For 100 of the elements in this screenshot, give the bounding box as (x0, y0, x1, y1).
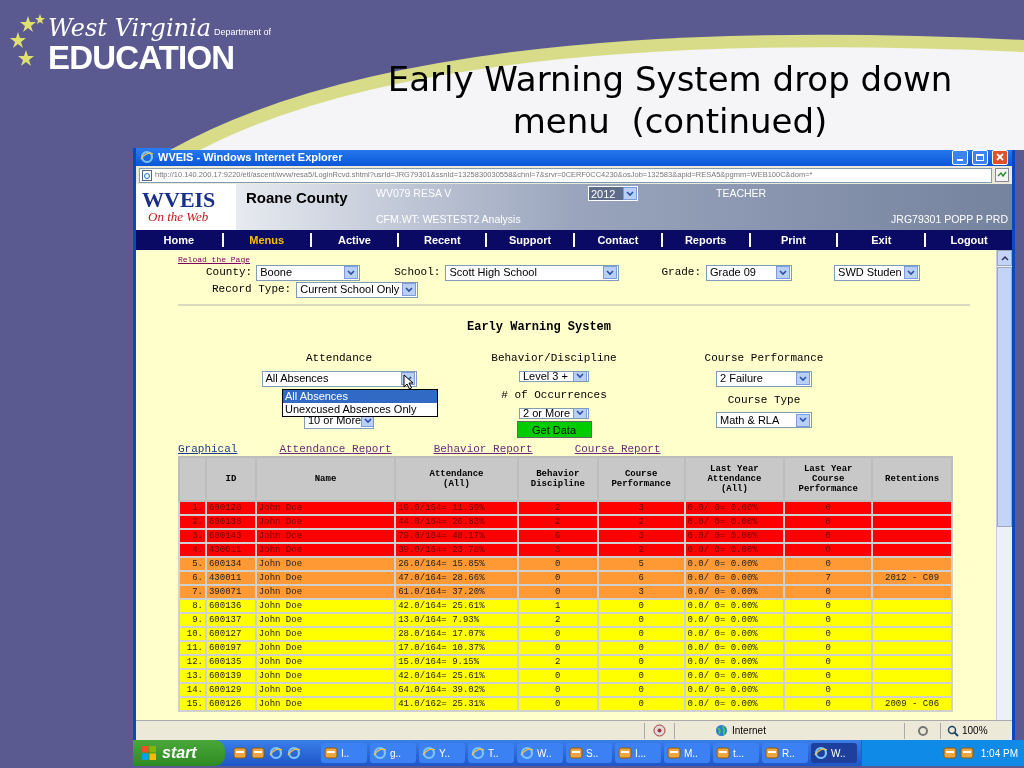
dropdown[interactable]: Math & RLA (716, 412, 812, 428)
app-icon (765, 746, 779, 760)
table-cell: John Doe (255, 697, 396, 711)
dropdown[interactable]: Level 3 + (519, 370, 589, 382)
filter-label: Behavior/Discipline (491, 351, 617, 366)
app-icon (618, 746, 632, 760)
table-cell: 15. (179, 697, 206, 711)
clock: 1:04 PM (980, 746, 1018, 761)
nav-link[interactable]: Recent (423, 231, 461, 249)
logo-department-text: Department of (214, 26, 272, 39)
report-link[interactable]: Attendance Report (279, 441, 392, 455)
caret-icon (603, 266, 618, 279)
caret-icon (904, 266, 919, 279)
report-link[interactable]: Graphical (178, 441, 238, 455)
nav-link[interactable]: Active (337, 231, 371, 249)
start-button[interactable]: start (133, 740, 225, 766)
window-title: WVEIS - Windows Internet Explorer (158, 149, 343, 165)
table-cell: 0.0/ 0= 0.00% (684, 697, 785, 711)
nav-link[interactable]: Print (780, 231, 806, 249)
dropdown[interactable]: Boone (256, 264, 361, 281)
table-cell: 41.0/162= 25.31% (395, 697, 518, 711)
taskbar-button[interactable]: M.. (664, 743, 710, 763)
table-cell: 0 (517, 697, 598, 711)
caret-icon (776, 266, 791, 279)
app-icon (667, 746, 681, 760)
app-icon (324, 746, 338, 760)
nav-link[interactable]: Exit (871, 231, 892, 249)
report-link[interactable]: Course Report (574, 441, 661, 455)
dropdown[interactable]: Grade 09 (706, 264, 793, 281)
filter-label: Course Type (727, 392, 801, 408)
taskbar-button[interactable]: T.. (468, 743, 514, 763)
browser-icon (373, 746, 387, 760)
browser-icon (287, 746, 301, 760)
nav-link[interactable]: Menus (249, 231, 285, 249)
taskbar-button[interactable]: S.. (566, 743, 612, 763)
site-logo: WVEIS (142, 190, 216, 210)
table-cell: 2009 - C06 (872, 697, 952, 711)
security-icon (653, 724, 666, 737)
dropdown[interactable]: Current School Only (296, 281, 419, 298)
nav-link[interactable]: Reports (684, 231, 727, 249)
dropdown[interactable]: 2 or More (519, 407, 589, 419)
reload-link[interactable]: Reload the Page (178, 255, 250, 264)
close-icon (996, 153, 1004, 161)
scroll-up-icon[interactable] (1000, 255, 1009, 261)
field-label: Grade: (661, 265, 702, 281)
caret-icon (573, 408, 587, 419)
filter-label: Course Performance (704, 351, 824, 366)
caret-icon (573, 371, 587, 382)
dropdown-option[interactable]: All Absences (283, 390, 437, 403)
page-icon (142, 169, 152, 181)
browser-icon (814, 746, 828, 760)
nav-link[interactable]: Home (163, 231, 195, 249)
field-label: Record Type: (212, 282, 292, 298)
logo-wordmark: EDUCATION (48, 42, 236, 74)
taskbar-button[interactable]: I... (615, 743, 661, 763)
caret-icon (623, 187, 637, 201)
browser-icon (269, 746, 283, 760)
app-icon (569, 746, 583, 760)
browser-icon (422, 746, 436, 760)
dropdown[interactable]: SWD Studen (834, 264, 921, 281)
taskbar-button[interactable]: I.. (321, 743, 367, 763)
user-text: JRG79301 POPP P PRD (891, 212, 1008, 228)
scrollbar[interactable] (996, 250, 1012, 720)
app-icon (251, 746, 265, 760)
caret-icon (796, 372, 810, 385)
analysis-text: CFM.WT: WESTEST2 Analysis (376, 212, 521, 228)
windows-logo-icon (141, 745, 157, 761)
taskbar-button[interactable]: W.. (811, 743, 857, 763)
table-cell: 0 (784, 697, 873, 711)
app-icon (942, 746, 957, 760)
slide-title: Early Warning System drop down menu (continued) (386, 58, 954, 142)
zoom-level[interactable]: 100% (962, 723, 988, 738)
dropdown[interactable]: All Absences (261, 370, 417, 387)
taskbar-button[interactable]: W.. (517, 743, 563, 763)
year-dropdown[interactable]: 2012 (588, 186, 638, 202)
table-cell: 0 (597, 697, 685, 711)
table-cell: 600126 (205, 697, 256, 711)
app-icon (233, 746, 247, 760)
get-data-button[interactable]: Get Data (516, 421, 592, 438)
site-logo-tagline: On the Web (148, 210, 209, 223)
app-icon (959, 746, 974, 760)
taskbar-button[interactable]: t... (713, 743, 759, 763)
filter-label: # of Occurrences (501, 388, 607, 403)
caret-icon (796, 413, 810, 427)
browser-icon (520, 746, 534, 760)
nav-link[interactable]: Logout (950, 231, 988, 249)
browser-icon (140, 150, 154, 164)
taskbar-button[interactable]: g.. (370, 743, 416, 763)
dropdown[interactable]: Scott High School (445, 264, 620, 281)
dropdown[interactable]: 2 Failure (716, 370, 812, 387)
report-link[interactable]: Behavior Report (433, 441, 533, 455)
zone-text: Internet (732, 724, 766, 738)
nav-link[interactable]: Contact (597, 231, 639, 249)
nav-link[interactable]: Support (509, 231, 552, 249)
taskbar-button[interactable]: R.. (762, 743, 808, 763)
section-title: Early Warning System (466, 319, 612, 336)
field-label: School: (394, 265, 441, 281)
taskbar-button[interactable]: Y.. (419, 743, 465, 763)
app-icon (716, 746, 730, 760)
resa-text: WV079 RESA V (376, 186, 453, 201)
